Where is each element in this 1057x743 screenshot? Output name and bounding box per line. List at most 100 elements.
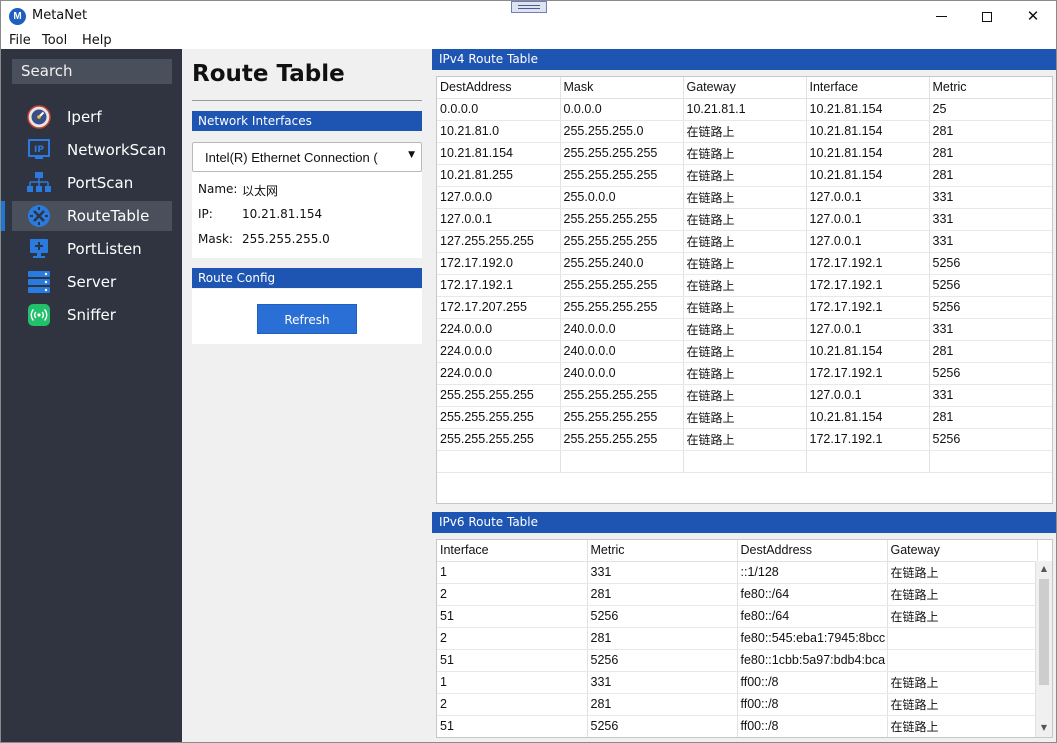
mask-cell: 255.255.255.0 — [560, 120, 684, 143]
column-header-interface[interactable]: Interface — [806, 77, 930, 99]
scrollbar-thumb[interactable] — [1039, 579, 1049, 685]
maximize-button[interactable] — [964, 1, 1010, 32]
column-header-destaddress[interactable]: DestAddress — [737, 540, 888, 562]
metric-cell: 281 — [929, 406, 1052, 429]
empty-cell — [683, 450, 807, 473]
column-header-interface[interactable]: Interface — [437, 540, 588, 562]
refresh-button[interactable]: Refresh — [257, 304, 357, 334]
wifi-signal-icon — [28, 304, 50, 326]
dest-address-cell: 172.17.192.0 — [437, 252, 561, 275]
ipv4-route-row[interactable]: 10.21.81.255 255.255.255.255 在链路上 10.21.81.… — [437, 164, 1052, 187]
column-header-gateway[interactable]: Gateway — [683, 77, 807, 99]
close-icon: ✕ — [1026, 7, 1040, 25]
ipv4-route-row[interactable]: 0.0.0.0 0.0.0.0 10.21.81.1 10.21.81.154 25 — [437, 98, 1052, 121]
ipv4-route-row[interactable]: 10.21.81.0 255.255.255.0 在链路上 10.21.81.154 2… — [437, 120, 1052, 143]
ipv6-route-table[interactable]: Interface Metric DestAddress Gateway 1 33… — [436, 539, 1053, 738]
mask-cell: 240.0.0.0 — [560, 318, 684, 341]
dest-address-cell: 127.0.0.0 — [437, 186, 561, 209]
mask-cell: 255.0.0.0 — [560, 186, 684, 209]
menu-help[interactable]: Help — [82, 33, 112, 48]
route-config-card: Refresh — [192, 289, 422, 344]
metric-cell: 281 — [929, 120, 1052, 143]
ipv4-route-row[interactable]: 172.17.192.1 255.255.255.255 在链路上 172.17.19… — [437, 274, 1052, 297]
ipv4-route-row[interactable]: 172.17.207.255 255.255.255.255 在链路上 172.17.… — [437, 296, 1052, 319]
ipv6-route-row[interactable]: 51 5256 fe80::1cbb:5a97:bdb4:bca — [437, 649, 1038, 672]
metric-cell: 281 — [929, 340, 1052, 363]
gateway-cell: 在链路上 — [683, 296, 807, 319]
mask-cell: 255.255.255.255 — [560, 384, 684, 407]
sidebar-item-label: NetworkScan — [67, 141, 167, 159]
ipv4-route-table[interactable]: DestAddress Mask Gateway Interface Metri… — [436, 76, 1053, 504]
metric-cell: 5256 — [929, 362, 1052, 385]
menu-file[interactable]: File — [9, 33, 31, 48]
dest-address-cell: ::1/128 — [737, 561, 888, 584]
ipv6-route-row[interactable]: 51 5256 ff00::/8 在链路上 — [437, 715, 1038, 737]
sidebar-item-networkscan[interactable]: IP NetworkScan — [12, 135, 172, 165]
sidebar-item-portscan[interactable]: PortScan — [12, 168, 172, 198]
sidebar-item-iperf[interactable]: Iperf — [12, 102, 172, 132]
metric-cell: 331 — [929, 230, 1052, 253]
column-header-metric[interactable]: Metric — [587, 540, 738, 562]
ipv4-route-row[interactable]: 224.0.0.0 240.0.0.0 在链路上 10.21.81.154 281 — [437, 340, 1052, 363]
ipv4-route-row[interactable]: 224.0.0.0 240.0.0.0 在链路上 127.0.0.1 331 — [437, 318, 1052, 341]
dropdown-arrow-icon: ▼ — [408, 150, 415, 160]
interface-cell: 127.0.0.1 — [806, 208, 930, 231]
gateway-cell: 在链路上 — [683, 230, 807, 253]
interface-cell: 172.17.192.1 — [806, 362, 930, 385]
column-header-destaddress[interactable]: DestAddress — [437, 77, 561, 99]
dest-address-cell: 224.0.0.0 — [437, 318, 561, 341]
ipv4-route-row[interactable]: 224.0.0.0 240.0.0.0 在链路上 172.17.192.1 5256 — [437, 362, 1052, 385]
route-config-header: Route Config — [192, 268, 422, 288]
ipv4-route-row[interactable]: 10.21.81.154 255.255.255.255 在链路上 10.21.81.… — [437, 142, 1052, 165]
ip-label: IP: — [198, 207, 213, 221]
ipv6-route-row[interactable]: 2 281 fe80::545:eba1:7945:8bcc — [437, 627, 1038, 650]
menu-bar: File Tool Help — [1, 32, 1056, 49]
dest-address-cell: 10.21.81.255 — [437, 164, 561, 187]
interface-cell: 10.21.81.154 — [806, 142, 930, 165]
dest-address-cell: 172.17.207.255 — [437, 296, 561, 319]
ipv6-route-row[interactable]: 51 5256 fe80::/64 在链路上 — [437, 605, 1038, 628]
mask-label: Mask: — [198, 232, 233, 246]
menu-tool[interactable]: Tool — [42, 33, 67, 48]
ipv4-route-row[interactable]: 255.255.255.255 255.255.255.255 在链路上 127.0.… — [437, 384, 1052, 407]
gateway-cell: 在链路上 — [683, 362, 807, 385]
empty-cell — [437, 450, 561, 473]
ipv4-route-row[interactable]: 127.0.0.0 255.0.0.0 在链路上 127.0.0.1 331 — [437, 186, 1052, 209]
column-header-metric[interactable]: Metric — [929, 77, 1052, 99]
ipv6-scrollbar[interactable]: ▲ ▼ — [1035, 561, 1052, 737]
ipv6-route-row[interactable]: 2 281 ff00::/8 在链路上 — [437, 693, 1038, 716]
interface-cell: 10.21.81.154 — [806, 98, 930, 121]
sidebar-item-sniffer[interactable]: Sniffer — [12, 300, 172, 330]
mask-cell: 255.255.255.255 — [560, 406, 684, 429]
metric-cell: 281 — [587, 693, 738, 716]
ipv4-route-row[interactable]: 127.255.255.255 255.255.255.255 在链路上 127.0.… — [437, 230, 1052, 253]
close-button[interactable]: ✕ — [1010, 1, 1056, 32]
ipv4-route-row[interactable]: 127.0.0.1 255.255.255.255 在链路上 127.0.0.1 331 — [437, 208, 1052, 231]
scroll-down-icon[interactable]: ▼ — [1036, 720, 1052, 736]
ipv6-route-row[interactable]: 1 331::1/128 在链路上 — [437, 561, 1038, 584]
sidebar-item-portlisten[interactable]: PortListen — [12, 234, 172, 264]
interface-cell: 127.0.0.1 — [806, 384, 930, 407]
ipv6-route-row[interactable]: 1 331 ff00::/8 在链路上 — [437, 671, 1038, 694]
interface-cell: 51 — [437, 649, 588, 672]
sidebar-item-server[interactable]: Server — [12, 267, 172, 297]
interface-select[interactable]: Intel(R) Ethernet Connection ( ▼ — [192, 142, 422, 172]
drag-handle-icon[interactable] — [511, 1, 547, 13]
ipv4-route-row[interactable]: 255.255.255.255 255.255.255.255 在链路上 172.17… — [437, 428, 1052, 451]
search-input[interactable]: Search — [12, 59, 172, 84]
metric-cell: 5256 — [587, 715, 738, 737]
ipv4-route-row[interactable]: 172.17.192.0 255.255.240.0 在链路上 172.17.192.… — [437, 252, 1052, 275]
metric-cell: 331 — [587, 671, 738, 694]
column-header-gateway[interactable]: Gateway — [887, 540, 1038, 562]
svg-text:IP: IP — [34, 145, 44, 155]
ipv6-route-row[interactable]: 2 281 fe80::/64 在链路上 — [437, 583, 1038, 606]
monitor-plus-icon — [30, 239, 48, 258]
ipv4-route-row[interactable]: 255.255.255.255 255.255.255.255 在链路上 10.21.… — [437, 406, 1052, 429]
mask-cell: 255.255.255.255 — [560, 274, 684, 297]
column-header-mask[interactable]: Mask — [560, 77, 684, 99]
sidebar-item-routetable[interactable]: RouteTable — [1, 201, 172, 231]
mask-cell: 240.0.0.0 — [560, 362, 684, 385]
gateway-cell — [887, 627, 1038, 650]
scroll-up-icon[interactable]: ▲ — [1036, 561, 1052, 577]
minimize-button[interactable] — [918, 1, 964, 32]
